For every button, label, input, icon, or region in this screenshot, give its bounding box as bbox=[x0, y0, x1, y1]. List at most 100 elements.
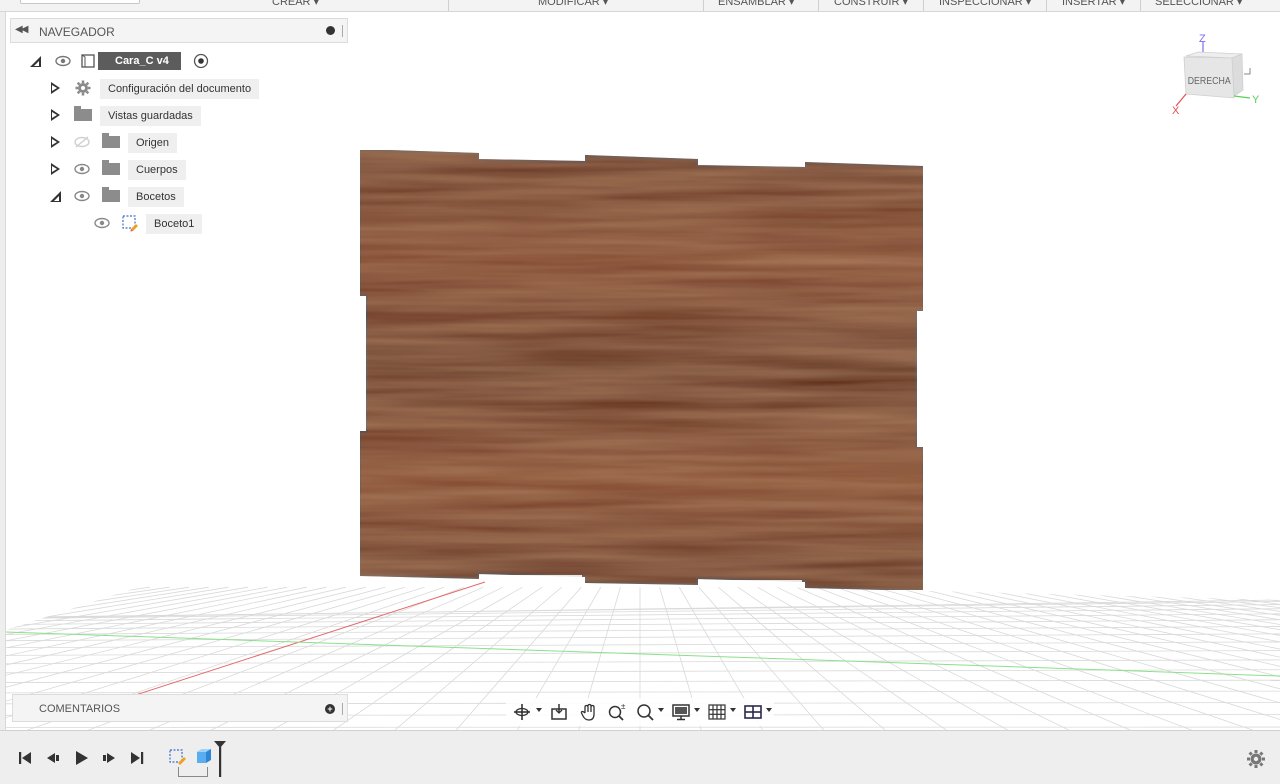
expanded-triangle-inner bbox=[34, 61, 39, 66]
collapsed-triangle-inner bbox=[52, 85, 57, 91]
wood-panel[interactable] bbox=[359, 148, 924, 592]
expanded-triangle-inner bbox=[54, 196, 59, 201]
tree-item-origen[interactable]: Origen bbox=[48, 131, 198, 153]
folder-icon bbox=[102, 160, 120, 175]
tree-item-label: Origen bbox=[128, 133, 178, 153]
collapsed-triangle-inner bbox=[52, 139, 57, 145]
previous-icon[interactable] bbox=[44, 749, 62, 767]
timeline-bar bbox=[0, 730, 1280, 784]
tree-item-label: Bocetos bbox=[128, 187, 184, 207]
display-settings-icon[interactable] bbox=[670, 701, 692, 723]
z-axis-label: Z bbox=[1199, 33, 1206, 45]
sketch-feature-icon[interactable] bbox=[168, 747, 188, 767]
tree-item-label: Configuración del documento bbox=[100, 79, 260, 99]
gear-icon bbox=[75, 80, 91, 96]
eye-icon[interactable] bbox=[74, 161, 90, 177]
eye-hidden-icon[interactable] bbox=[74, 134, 90, 150]
resize-grip-icon[interactable] bbox=[342, 25, 344, 37]
tree-item-label: Cuerpos bbox=[128, 160, 186, 180]
cube-face-label: DERECHA bbox=[1188, 74, 1232, 86]
navigator-header: ◀◀ NAVEGADOR bbox=[10, 18, 348, 43]
tree-item-configuracion[interactable]: Configuración del documento bbox=[48, 77, 278, 99]
menu-insertar[interactable]: INSERTAR ▾ bbox=[1062, 0, 1125, 8]
toolbar-divider bbox=[1140, 0, 1141, 11]
chevron-down-icon[interactable] bbox=[658, 708, 664, 712]
tree-item-bocetos[interactable]: Bocetos bbox=[48, 185, 208, 207]
add-comment-icon[interactable]: + bbox=[325, 704, 335, 714]
eye-icon[interactable] bbox=[94, 215, 110, 231]
last-icon[interactable] bbox=[128, 749, 146, 767]
workspace-selector[interactable] bbox=[20, 0, 140, 4]
first-icon[interactable] bbox=[16, 749, 34, 767]
tree-item-label: Vistas guardadas bbox=[100, 106, 201, 126]
eye-icon[interactable] bbox=[74, 188, 90, 204]
viewports-icon[interactable] bbox=[742, 701, 764, 723]
view-cube[interactable]: Z DERECHA X Y bbox=[1168, 30, 1268, 120]
root-label: Cara_C v4 bbox=[98, 52, 181, 70]
grid-line bbox=[1071, 586, 1280, 730]
tree-item-boceto1[interactable]: Boceto1 bbox=[90, 212, 220, 234]
folder-icon bbox=[74, 106, 92, 121]
chevron-down-icon[interactable] bbox=[730, 708, 736, 712]
slot-highlight bbox=[482, 575, 582, 580]
tree-item-label: Boceto1 bbox=[146, 214, 203, 234]
tree-item-cuerpos[interactable]: Cuerpos bbox=[48, 158, 208, 180]
comments-title: COMENTARIOS bbox=[39, 703, 121, 715]
play-icon[interactable] bbox=[72, 749, 90, 767]
navigation-bar: ± bbox=[506, 698, 774, 726]
look-at-icon[interactable] bbox=[548, 701, 570, 723]
navigator-title: NAVEGADOR bbox=[39, 25, 115, 39]
collapse-icon[interactable]: ◀◀ bbox=[15, 24, 28, 35]
folder-icon bbox=[102, 133, 120, 148]
toolbar-divider bbox=[923, 0, 924, 11]
menu-ensamblar[interactable]: ENSAMBLAR ▾ bbox=[718, 0, 794, 8]
component-icon bbox=[81, 54, 95, 68]
fusion-window: CREAR ▾ MODIFICAR ▾ ENSAMBLAR ▾ CONSTRUI… bbox=[0, 0, 1280, 784]
extrude-feature-icon[interactable] bbox=[194, 745, 214, 767]
menu-crear[interactable]: CREAR ▾ bbox=[272, 0, 319, 8]
toolbar-divider bbox=[703, 0, 704, 11]
chevron-down-icon[interactable] bbox=[766, 708, 772, 712]
y-axis-line bbox=[1233, 95, 1251, 99]
y-axis-label: Y bbox=[1252, 94, 1260, 106]
orbit-icon[interactable] bbox=[512, 701, 532, 723]
menu-construir[interactable]: CONSTRUIR ▾ bbox=[834, 0, 908, 8]
collapsed-triangle-inner bbox=[52, 112, 57, 118]
grid-line bbox=[796, 586, 1201, 730]
timeline-marker-icon[interactable] bbox=[212, 739, 228, 779]
svg-text:±: ± bbox=[621, 702, 626, 711]
grid-line bbox=[1031, 586, 1280, 730]
tree-root[interactable]: Cara_C v4 bbox=[28, 50, 218, 72]
grid-line bbox=[777, 586, 1131, 730]
menu-inspeccionar[interactable]: INSPECCIONAR ▾ bbox=[939, 0, 1031, 8]
chevron-down-icon[interactable] bbox=[694, 708, 700, 712]
toolbar-divider bbox=[448, 0, 449, 11]
chevron-down-icon[interactable] bbox=[536, 708, 542, 712]
grid-line bbox=[894, 586, 1280, 730]
pan-icon[interactable] bbox=[578, 701, 600, 723]
top-toolbar: CREAR ▾ MODIFICAR ▾ ENSAMBLAR ▾ CONSTRUI… bbox=[0, 0, 1280, 12]
collapsed-triangle-inner bbox=[52, 166, 57, 172]
timeline-group-bracket bbox=[178, 767, 208, 777]
x-axis-label: X bbox=[1172, 105, 1180, 117]
toolbar-divider bbox=[1046, 0, 1047, 11]
menu-seleccionar[interactable]: SELECCIONAR ▾ bbox=[1155, 0, 1242, 8]
toolbar-divider bbox=[818, 0, 819, 11]
eye-icon[interactable] bbox=[55, 53, 71, 69]
next-icon[interactable] bbox=[100, 749, 118, 767]
tree-item-vistas-guardadas[interactable]: Vistas guardadas bbox=[48, 104, 228, 126]
pin-icon[interactable] bbox=[326, 26, 335, 35]
gear-icon[interactable] bbox=[1246, 749, 1266, 769]
fit-icon[interactable] bbox=[634, 701, 656, 723]
zoom-icon[interactable]: ± bbox=[606, 701, 628, 723]
sketch-icon bbox=[122, 215, 138, 232]
home-arrow-icon[interactable] bbox=[1244, 68, 1251, 75]
slot-highlight bbox=[700, 580, 802, 585]
folder-icon bbox=[102, 187, 120, 202]
left-edge bbox=[0, 12, 6, 730]
grid-settings-icon[interactable] bbox=[706, 701, 728, 723]
menu-modificar[interactable]: MODIFICAR ▾ bbox=[538, 0, 608, 8]
activate-radio-icon[interactable] bbox=[193, 53, 209, 69]
resize-grip-icon[interactable] bbox=[342, 703, 344, 715]
comments-panel: COMENTARIOS + bbox=[12, 694, 348, 722]
